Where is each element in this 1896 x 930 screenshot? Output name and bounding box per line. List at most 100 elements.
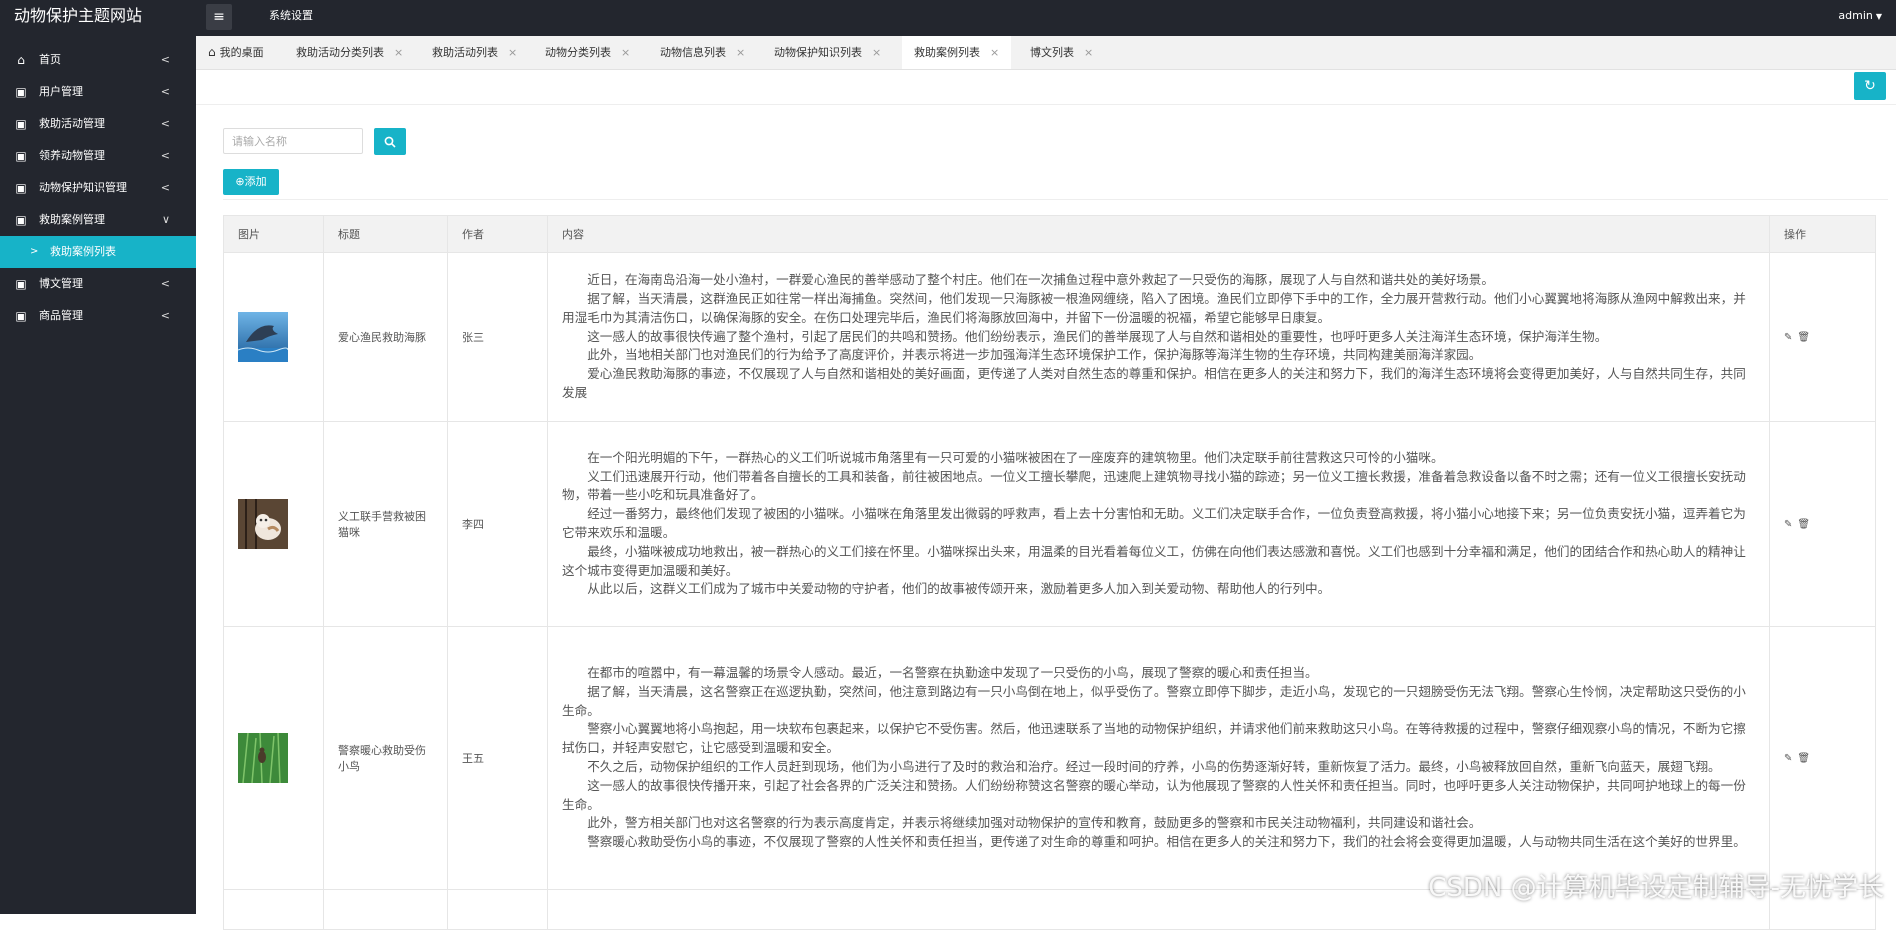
lock-icon: ▣ bbox=[15, 117, 27, 131]
tab-label: 动物保护知识列表 bbox=[774, 46, 862, 59]
tab-blog[interactable]: 博文列表 × bbox=[1018, 36, 1105, 69]
chevron-left-icon: < bbox=[160, 53, 170, 66]
chevron-left-icon: < bbox=[160, 85, 170, 98]
column-header-actions: 操作 bbox=[1769, 215, 1876, 253]
watermark: CSDN @计算机毕设定制辅导-无忧学长 bbox=[1428, 873, 1884, 903]
author-cell bbox=[447, 889, 548, 930]
tab-knowledge[interactable]: 动物保护知识列表 × bbox=[762, 36, 893, 69]
content-paragraph: 据了解，当天清晨，这群渔民正如往常一样出海捕鱼。突然间，他们发现一只海豚被一根渔… bbox=[562, 291, 1746, 325]
close-icon[interactable]: × bbox=[872, 46, 881, 59]
content-paragraph: 近日，在海南岛沿海一处小渔村，一群爱心渔民的善举感动了整个村庄。他们在一次捕鱼过… bbox=[587, 272, 1494, 288]
column-header-title: 标题 bbox=[323, 215, 448, 253]
lock-icon: ▣ bbox=[15, 181, 27, 195]
content-paragraph: 最终，小猫咪被成功地救出，被一群热心的义工们接在怀里。小猫咪探出头来，用温柔的目… bbox=[562, 543, 1746, 578]
tab-label: 动物信息列表 bbox=[660, 46, 726, 59]
system-settings-link[interactable]: 系统设置 bbox=[269, 0, 313, 32]
tab-rescue-activity-category[interactable]: 救助活动分类列表 × bbox=[284, 36, 415, 69]
tab-rescue-case-list[interactable]: 救助案例列表 × bbox=[902, 36, 1012, 69]
trash-icon[interactable]: 🗑 bbox=[1797, 332, 1810, 343]
tab-animal-category[interactable]: 动物分类列表 × bbox=[533, 36, 642, 69]
edit-icon[interactable]: ✎ bbox=[1784, 519, 1792, 530]
tab-label: 救助案例列表 bbox=[914, 46, 980, 59]
trash-icon[interactable]: 🗑 bbox=[1797, 519, 1810, 530]
edit-icon[interactable]: ✎ bbox=[1784, 753, 1792, 764]
dolphin-photo[interactable] bbox=[238, 312, 288, 362]
content-cell: 在一个阳光明媚的下午，一群热心的义工们听说城市角落里有一只可爱的小猫咪被困在了一… bbox=[547, 421, 1770, 627]
content-paragraph: 在一个阳光明媚的下午，一群热心的义工们听说城市角落里有一只可爱的小猫咪被困在了一… bbox=[587, 449, 1444, 465]
actions-cell: ✎ 🗑 bbox=[1769, 252, 1876, 422]
content-paragraph: 据了解，当天清晨，这名警察正在巡逻执勤，突然间，他注意到路边有一只小鸟倒在地上，… bbox=[562, 683, 1746, 718]
sidebar-item-label: 博文管理 bbox=[39, 277, 83, 290]
close-icon[interactable]: × bbox=[736, 46, 745, 59]
content-paragraph: 经过一番努力，最终他们发现了被困的小猫咪。小猫咪在角落里发出微弱的呼救声，看上去… bbox=[562, 506, 1746, 540]
sidebar-item-home[interactable]: ⌂ 首页 < bbox=[0, 44, 196, 76]
close-icon[interactable]: × bbox=[508, 46, 517, 59]
sidebar-item-knowledge[interactable]: ▣ 动物保护知识管理 < bbox=[0, 172, 196, 204]
tab-animal-info[interactable]: 动物信息列表 × bbox=[648, 36, 757, 69]
chevron-left-icon: < bbox=[160, 309, 170, 322]
add-button[interactable]: ⊕添加 bbox=[223, 169, 279, 195]
close-icon[interactable]: × bbox=[621, 46, 630, 59]
close-icon[interactable]: × bbox=[990, 46, 999, 59]
search-icon bbox=[384, 136, 396, 148]
content-paragraph: 义工们迅速展开行动，他们带着各自擅长的工具和装备，前往被困地点。一位义工擅长攀爬… bbox=[562, 468, 1746, 503]
table-header-row: 图片 标题 作者 内容 操作 bbox=[223, 215, 1876, 253]
image-cell bbox=[223, 889, 324, 930]
tab-label: 救助活动分类列表 bbox=[296, 46, 384, 59]
search-button[interactable] bbox=[374, 128, 406, 155]
author-cell: 张三 bbox=[447, 252, 548, 422]
edit-icon[interactable]: ✎ bbox=[1784, 332, 1792, 343]
content-paragraph: 此外，警方相关部门也对这名警察的行为表示高度肯定，并表示将继续加强对动物保护的宣… bbox=[587, 815, 1482, 831]
sidebar-item-label: 救助案例管理 bbox=[39, 213, 105, 226]
sidebar-item-rescue-cases[interactable]: ▣ 救助案例管理 ∨ bbox=[0, 204, 196, 236]
author-cell: 李四 bbox=[447, 421, 548, 627]
chevron-left-icon: < bbox=[160, 277, 170, 290]
chevron-left-icon: < bbox=[160, 117, 170, 130]
tab-label: 动物分类列表 bbox=[545, 46, 611, 59]
sidebar-item-label: 商品管理 bbox=[39, 309, 83, 322]
kitten-photo[interactable] bbox=[238, 499, 288, 549]
add-button-label: 添加 bbox=[244, 175, 267, 188]
bird-photo[interactable] bbox=[238, 733, 288, 783]
sidebar-item-adoption[interactable]: ▣ 领养动物管理 < bbox=[0, 140, 196, 172]
column-header-content: 内容 bbox=[547, 215, 1770, 253]
sidebar-item-rescue-activity[interactable]: ▣ 救助活动管理 < bbox=[0, 108, 196, 140]
lock-icon: ▣ bbox=[15, 85, 27, 99]
sidebar-subitem-rescue-case-list[interactable]: > 救助案例列表 bbox=[0, 236, 196, 268]
content-paragraph: 此外，当地相关部门也对渔民们的行为给予了高度评价，并表示将进一步加强海洋生态环境… bbox=[587, 347, 1482, 363]
sidebar-item-products[interactable]: ▣ 商品管理 < bbox=[0, 300, 196, 332]
tab-bar: ⌂ 我的桌面 救助活动分类列表 × 救助活动列表 × 动物分类列表 × 动物信息列表 × … bbox=[196, 36, 1896, 70]
chevron-right-icon: > bbox=[30, 246, 39, 257]
chevron-left-icon: < bbox=[160, 149, 170, 162]
divider bbox=[223, 199, 1888, 200]
lock-icon: ▣ bbox=[15, 277, 27, 291]
trash-icon[interactable]: 🗑 bbox=[1797, 753, 1810, 764]
image-cell bbox=[223, 252, 324, 422]
user-menu[interactable]: admin ▼ bbox=[1838, 0, 1882, 33]
actions-cell: ✎ 🗑 bbox=[1769, 626, 1876, 890]
content-paragraph: 不久之后，动物保护组织的工作人员赶到现场，他们为小鸟进行了及时的救治和治疗。经过… bbox=[587, 759, 1721, 774]
sidebar-item-label: 救助活动管理 bbox=[39, 117, 105, 130]
title-cell bbox=[323, 889, 448, 930]
tab-label: 我的桌面 bbox=[219, 46, 264, 59]
menu-icon[interactable]: ≡ bbox=[206, 4, 232, 30]
sidebar: ⌂ 首页 < ▣ 用户管理 < ▣ 救助活动管理 < ▣ 领养动物管理 < ▣ … bbox=[0, 36, 196, 914]
sidebar-item-label: 领养动物管理 bbox=[39, 149, 105, 162]
sidebar-item-blog[interactable]: ▣ 博文管理 < bbox=[0, 268, 196, 300]
close-icon[interactable]: × bbox=[394, 46, 403, 59]
sidebar-item-label: 动物保护知识管理 bbox=[39, 181, 127, 194]
content-paragraph: 警察小心翼翼地将小鸟抱起，用一块软布包裹起来，以保护它不受伤害。然后，他迅速联系… bbox=[562, 721, 1746, 756]
refresh-icon[interactable]: ↻ bbox=[1854, 72, 1886, 100]
close-icon[interactable]: × bbox=[1084, 46, 1093, 59]
sidebar-subitem-label: 救助案例列表 bbox=[50, 245, 116, 258]
search-input[interactable] bbox=[223, 128, 363, 154]
lock-icon: ▣ bbox=[15, 149, 27, 163]
content-cell: 近日，在海南岛沿海一处小渔村，一群爱心渔民的善举感动了整个村庄。他们在一次捕鱼过… bbox=[547, 252, 1770, 422]
content-toolbar: ↻ bbox=[196, 70, 1896, 105]
sidebar-item-label: 用户管理 bbox=[39, 85, 83, 98]
username: admin bbox=[1838, 9, 1873, 22]
tab-rescue-activity[interactable]: 救助活动列表 × bbox=[420, 36, 529, 69]
plus-icon: ⊕ bbox=[235, 175, 245, 188]
sidebar-item-users[interactable]: ▣ 用户管理 < bbox=[0, 76, 196, 108]
tab-desktop[interactable]: ⌂ 我的桌面 bbox=[196, 36, 276, 69]
